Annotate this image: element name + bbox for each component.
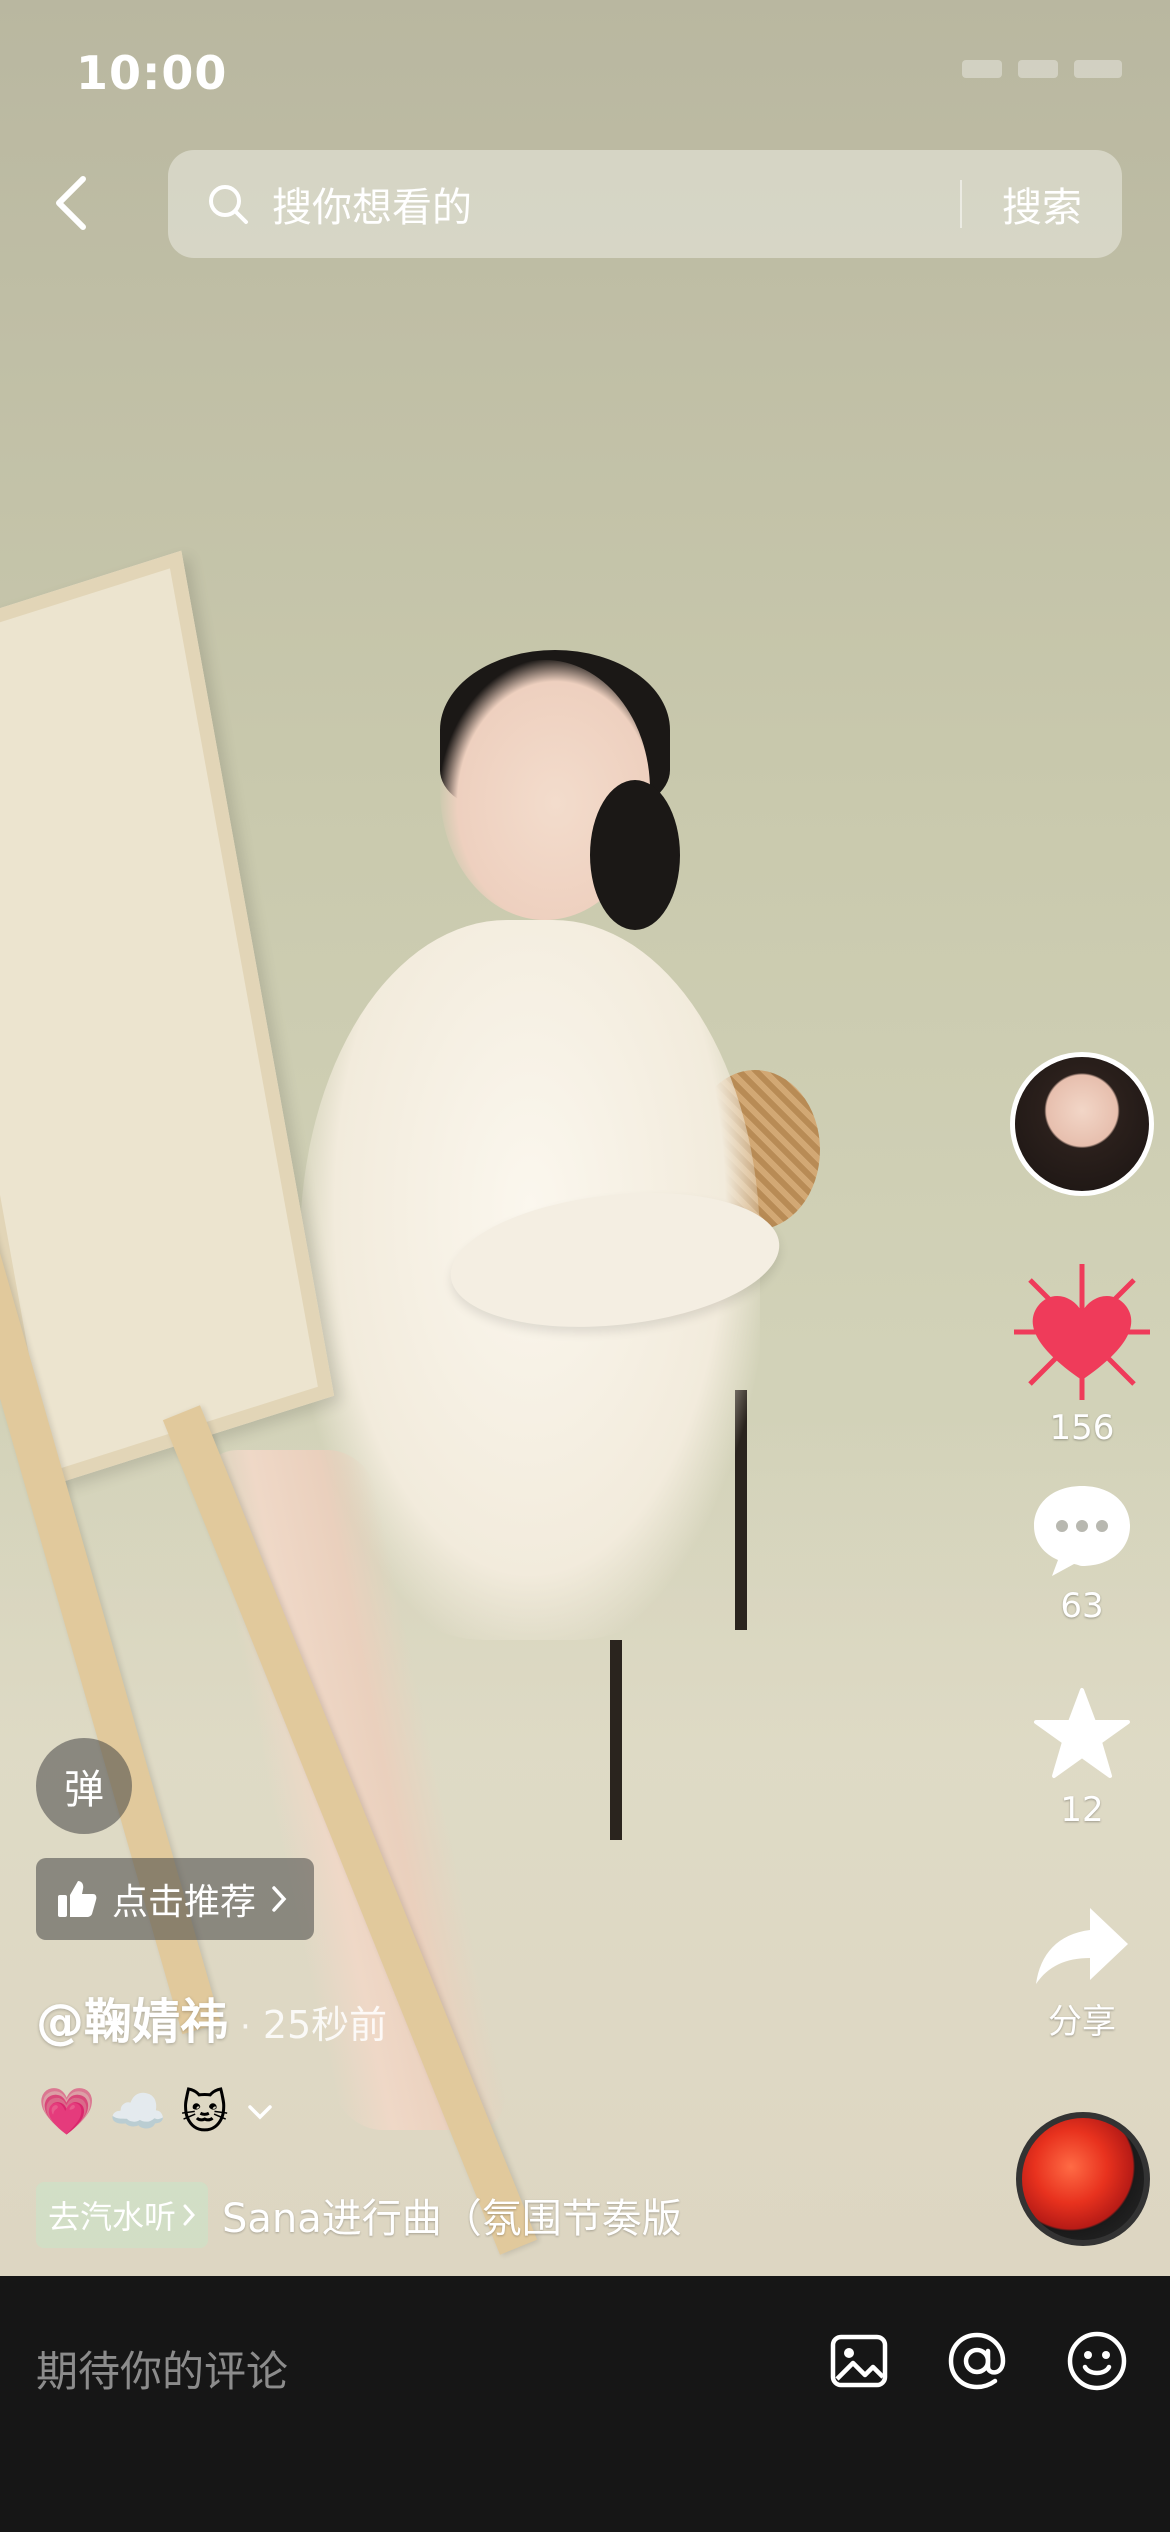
author-avatar[interactable] [1010, 1052, 1154, 1196]
share-button[interactable]: 分享 [1010, 1904, 1154, 2043]
image-button[interactable] [822, 2324, 896, 2398]
favorite-count: 12 [1060, 1790, 1104, 1830]
comment-input[interactable]: 期待你的评论 [36, 2338, 288, 2399]
emoji-face-icon [1067, 2331, 1127, 2391]
qishui-label: 去汽水听 [48, 2198, 177, 2236]
comment-bubble-icon [1034, 1486, 1130, 1576]
chevron-right-icon [183, 2204, 196, 2226]
separator-dot: · [240, 2007, 251, 2047]
like-button[interactable]: 156 [1010, 1262, 1154, 1448]
figure-hair-bun [590, 780, 680, 930]
thumbs-up-icon [58, 1881, 97, 1917]
at-icon [948, 2332, 1006, 2390]
back-button[interactable] [36, 168, 106, 238]
danmu-toggle[interactable]: 弹 [36, 1738, 132, 1834]
heart-emoji: 💗 [38, 2084, 96, 2138]
mention-button[interactable] [940, 2324, 1014, 2398]
search-input[interactable]: 搜你想看的 [272, 175, 960, 233]
recommend-label: 点击推荐 [112, 1882, 257, 1923]
chair-leg [610, 1640, 622, 1840]
author-name[interactable]: @鞠婧祎 [36, 1982, 228, 2052]
search-bar[interactable]: 搜你想看的 搜索 [168, 150, 1122, 258]
music-info[interactable]: 去汽水听 Sana进行曲（氛围节奏版 [36, 2182, 736, 2248]
share-arrow-icon [1036, 1908, 1128, 1984]
comment-count: 63 [1060, 1586, 1104, 1626]
chevron-down-icon[interactable] [247, 2103, 273, 2121]
cloud-emoji: ☁️ [109, 2084, 167, 2138]
music-title: Sana进行曲（氛围节奏版 [222, 2196, 682, 2242]
search-button[interactable]: 搜索 [962, 175, 1122, 233]
easel-canvas [0, 550, 335, 1490]
caption[interactable]: 💗 ☁️ 🐱 [38, 2084, 273, 2139]
chevron-left-icon [56, 176, 86, 230]
image-icon [830, 2334, 888, 2388]
recommend-button[interactable]: 点击推荐 [36, 1858, 315, 1940]
heart-icon [1014, 1264, 1150, 1400]
post-time: 25秒前 [262, 2003, 388, 2047]
cat-emoji: 🐱 [180, 2084, 229, 2139]
chevron-right-icon [272, 1886, 287, 1912]
status-icons [962, 60, 1122, 78]
favorite-button[interactable]: 12 [1010, 1684, 1154, 1830]
share-label: 分享 [1048, 2002, 1116, 2042]
author-line: @鞠婧祎 · 25秒前 [36, 1982, 387, 2052]
emoji-button[interactable] [1060, 2324, 1134, 2398]
comment-button[interactable]: 63 [1010, 1480, 1154, 1626]
qishui-tag[interactable]: 去汽水听 [36, 2182, 209, 2248]
search-icon [206, 179, 256, 229]
status-time: 10:00 [76, 46, 228, 100]
star-icon [1034, 1688, 1130, 1778]
music-disc[interactable] [1016, 2112, 1150, 2246]
like-count: 156 [1049, 1408, 1115, 1448]
comment-bar: 期待你的评论 [0, 2276, 1170, 2532]
